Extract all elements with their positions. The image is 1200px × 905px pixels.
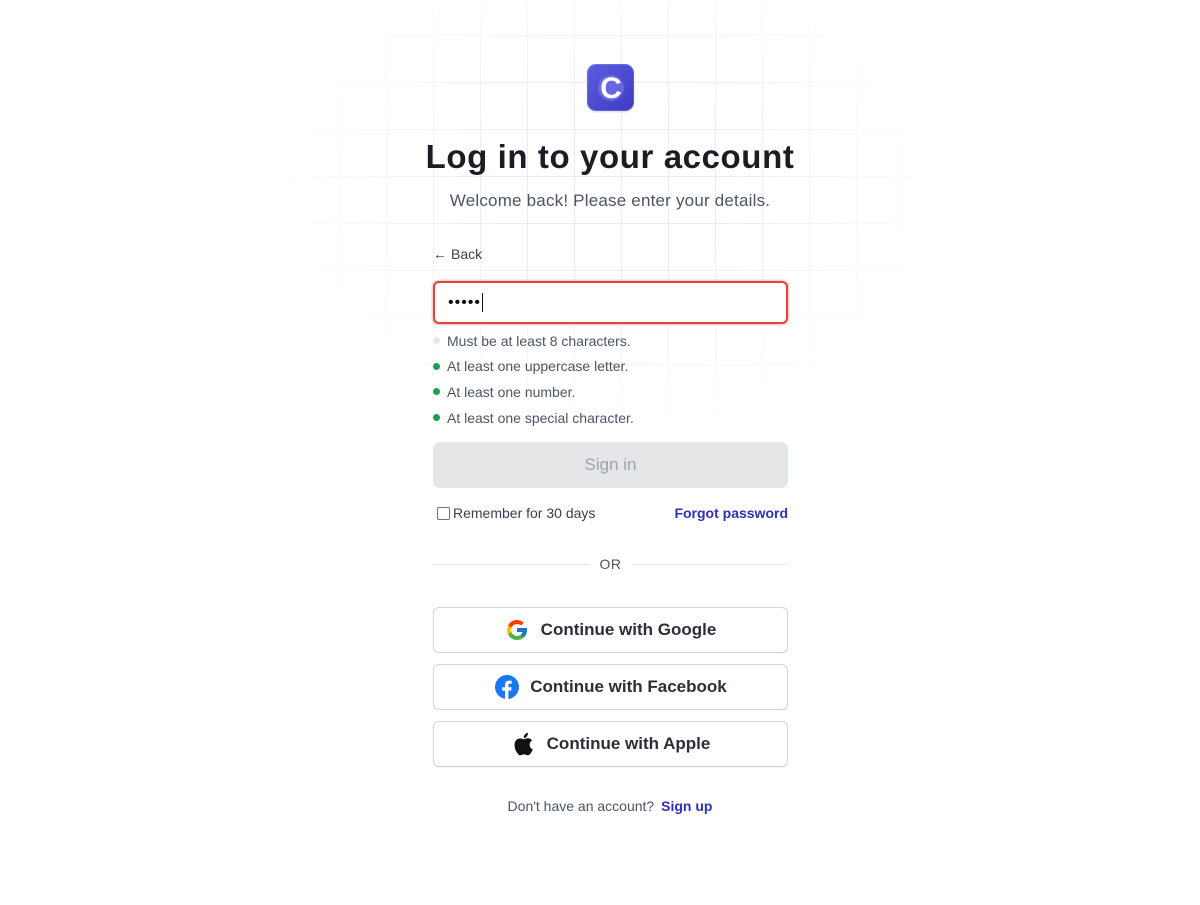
remember-label: Remember for 30 days xyxy=(453,505,596,521)
apple-icon xyxy=(511,732,536,757)
divider-label: OR xyxy=(599,556,622,572)
text-caret xyxy=(482,293,484,312)
sign-up-link[interactable]: Sign up xyxy=(661,798,712,814)
google-icon xyxy=(505,618,530,643)
facebook-button-label: Continue with Facebook xyxy=(530,677,727,696)
rule-text: Must be at least 8 characters. xyxy=(447,332,631,349)
rule-status-dot-icon xyxy=(433,388,440,396)
remember-checkbox[interactable] xyxy=(437,506,450,520)
login-page: C Log in to your account Welcome back! P… xyxy=(0,0,1200,905)
sign-in-button[interactable]: Sign in xyxy=(433,442,788,488)
divider-line xyxy=(433,563,590,565)
page-subtitle: Welcome back! Please enter your details. xyxy=(449,191,771,210)
continue-with-apple-button[interactable]: Continue with Apple xyxy=(433,721,788,767)
apple-button-label: Continue with Apple xyxy=(546,734,711,753)
password-value: ••••• xyxy=(448,293,482,311)
password-rule: At least one number. xyxy=(433,379,788,405)
rule-text: At least one special character. xyxy=(447,409,634,426)
rule-text: At least one uppercase letter. xyxy=(447,358,629,375)
password-rule: Must be at least 8 characters. xyxy=(433,328,788,354)
rule-status-dot-icon xyxy=(433,414,440,422)
back-link[interactable]: ← Back xyxy=(433,246,482,262)
rule-text: At least one number. xyxy=(447,383,576,400)
divider-line xyxy=(631,563,788,565)
password-field[interactable]: ••••• xyxy=(433,281,788,324)
rule-status-dot-icon xyxy=(433,337,440,345)
password-rule: At least one special character. xyxy=(433,405,788,431)
logo-letter-icon: C xyxy=(597,72,624,105)
svg-text:C: C xyxy=(600,72,622,105)
arrow-left-icon: ← xyxy=(433,246,447,262)
signup-prompt: Don't have an account? Sign up xyxy=(0,798,1200,814)
forgot-password-link[interactable]: Forgot password xyxy=(674,505,788,521)
rule-status-dot-icon xyxy=(433,362,440,370)
continue-with-facebook-button[interactable]: Continue with Facebook xyxy=(433,664,788,710)
continue-with-google-button[interactable]: Continue with Google xyxy=(433,607,788,653)
signup-prompt-text: Don't have an account? xyxy=(507,798,655,814)
remember-me[interactable]: Remember for 30 days xyxy=(437,505,595,521)
back-label: Back xyxy=(451,246,483,262)
page-title: Log in to your account xyxy=(425,138,795,175)
password-rules: Must be at least 8 characters. At least … xyxy=(433,328,788,430)
or-divider: OR xyxy=(433,556,788,572)
password-rule: At least one uppercase letter. xyxy=(433,354,788,380)
google-button-label: Continue with Google xyxy=(540,620,717,639)
facebook-icon xyxy=(494,675,519,700)
brand-logo: C xyxy=(587,64,634,111)
